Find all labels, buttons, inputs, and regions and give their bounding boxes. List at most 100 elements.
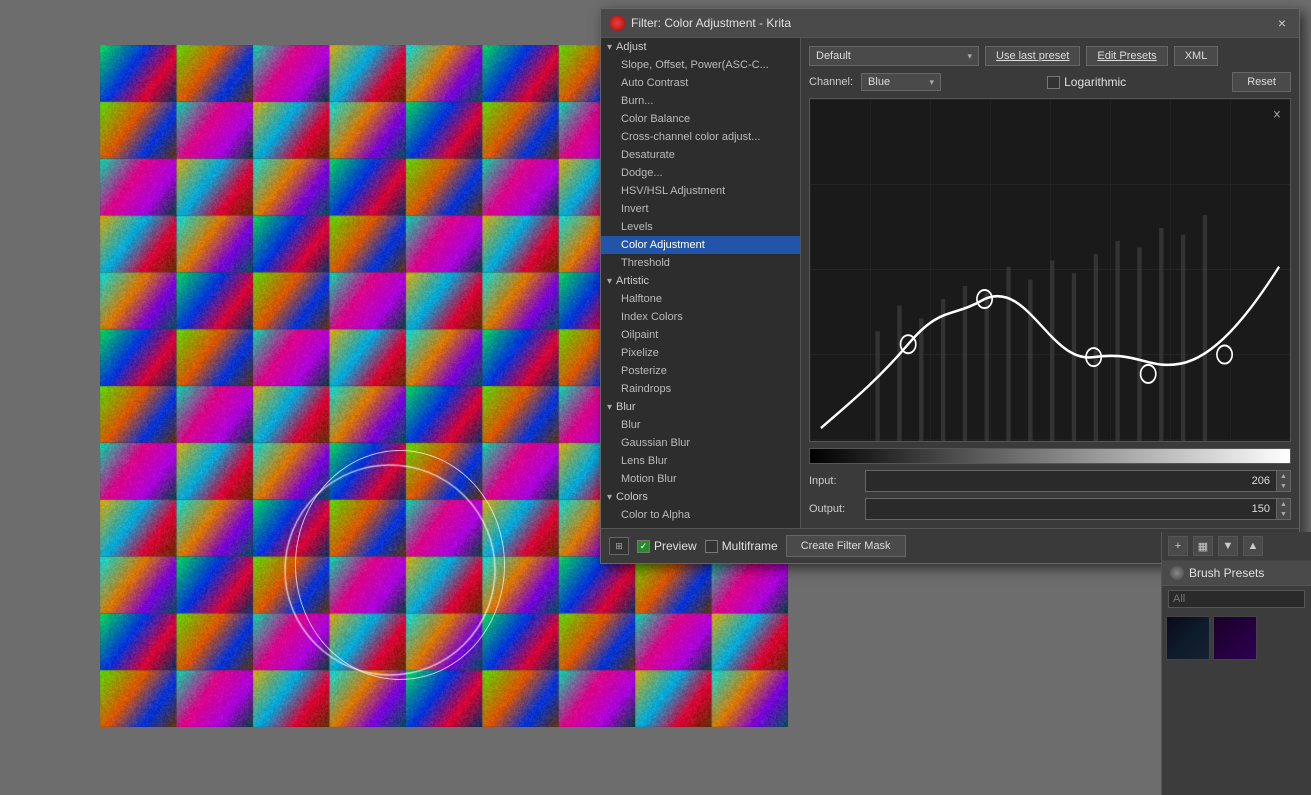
- filter-item-color-to-alpha[interactable]: Color to Alpha: [601, 506, 800, 524]
- input-spin-up[interactable]: ▲: [1276, 471, 1290, 481]
- multiframe-checkbox[interactable]: [705, 540, 718, 553]
- curve-area[interactable]: ×: [809, 98, 1291, 442]
- filter-item-desaturate[interactable]: Desaturate: [601, 146, 800, 164]
- filter-item-levels[interactable]: Levels: [601, 218, 800, 236]
- artistic-arrow-icon: ▾: [607, 276, 612, 287]
- reset-button[interactable]: Reset: [1232, 72, 1291, 92]
- filter-item-lens-blur[interactable]: Lens Blur: [601, 452, 800, 470]
- filter-item-color-balance[interactable]: Color Balance: [601, 110, 800, 128]
- logarithmic-label: Logarithmic: [1064, 75, 1126, 89]
- preview-toggle[interactable]: ✓ Preview: [637, 539, 697, 553]
- brush-presets-toolbar: + ▦ ▼ ▲: [1162, 532, 1311, 561]
- brush-presets-panel: + ▦ ▼ ▲ Brush Presets: [1161, 532, 1311, 795]
- output-value-field[interactable]: 150 ▲ ▼: [865, 498, 1291, 520]
- dialog-title-left: Filter: Color Adjustment - Krita: [609, 15, 791, 31]
- channel-dropdown-value: Blue: [868, 76, 890, 88]
- filter-category-artistic[interactable]: ▾ Artistic: [601, 272, 800, 290]
- output-value: 150: [866, 501, 1276, 517]
- brush-presets-header: Brush Presets: [1162, 561, 1311, 586]
- filter-right-pane: Default ▾ Use last preset Edit Presets X…: [801, 38, 1299, 528]
- preset-dropdown-arrow-icon: ▾: [967, 51, 972, 62]
- filter-category-artistic-label: Artistic: [616, 275, 649, 287]
- filter-item-halftone[interactable]: Halftone: [601, 290, 800, 308]
- filter-top-row: Default ▾ Use last preset Edit Presets X…: [809, 46, 1291, 66]
- preset-dropdown-value: Default: [816, 50, 851, 62]
- filter-category-blur[interactable]: ▾ Blur: [601, 398, 800, 416]
- dialog-titlebar: Filter: Color Adjustment - Krita ×: [601, 9, 1299, 38]
- output-spin-down[interactable]: ▼: [1276, 509, 1290, 519]
- collapse-button[interactable]: ▼: [1218, 536, 1238, 556]
- filter-item-blur[interactable]: Blur: [601, 416, 800, 434]
- filter-item-cross-channel[interactable]: Cross-channel color adjust...: [601, 128, 800, 146]
- brush-preset-thumb-1[interactable]: [1166, 616, 1210, 660]
- channel-dropdown-arrow-icon: ▾: [930, 77, 935, 88]
- filter-list-content: ▾ Adjust Slope, Offset, Power(ASC-C... A…: [601, 38, 800, 528]
- svg-text:×: ×: [1273, 107, 1281, 124]
- output-row: Output: 150 ▲ ▼: [809, 498, 1291, 520]
- logarithmic-cb-box[interactable]: [1047, 76, 1060, 89]
- edit-presets-button[interactable]: Edit Presets: [1086, 46, 1167, 66]
- filter-item-auto-contrast[interactable]: Auto Contrast: [601, 74, 800, 92]
- colors-arrow-icon: ▾: [607, 492, 612, 503]
- channel-dropdown[interactable]: Blue ▾: [861, 73, 941, 91]
- brush-presets-icon: [1170, 566, 1184, 580]
- filter-category-colors-label: Colors: [616, 491, 648, 503]
- preview-checkmark-icon: ✓: [640, 541, 648, 552]
- brush-presets-search-input[interactable]: [1168, 590, 1305, 608]
- adjust-arrow-icon: ▾: [607, 42, 612, 53]
- preset-dropdown[interactable]: Default ▾: [809, 46, 979, 66]
- filter-category-adjust-label: Adjust: [616, 41, 647, 53]
- input-label: Input:: [809, 475, 859, 487]
- brush-presets-search-area: [1162, 586, 1311, 612]
- channel-label: Channel:: [809, 76, 853, 88]
- filter-category-blur-label: Blur: [616, 401, 636, 413]
- add-brush-preset-button[interactable]: +: [1168, 536, 1188, 556]
- filter-item-oilpaint[interactable]: Oilpaint: [601, 326, 800, 344]
- filter-list-pane: ▾ Adjust Slope, Offset, Power(ASC-C... A…: [601, 38, 801, 528]
- blur-arrow-icon: ▾: [607, 402, 612, 413]
- output-label: Output:: [809, 503, 859, 515]
- xml-button[interactable]: XML: [1174, 46, 1219, 66]
- dialog-title-text: Filter: Color Adjustment - Krita: [631, 16, 791, 30]
- multiframe-toggle[interactable]: Multiframe: [705, 539, 778, 553]
- dialog-close-button[interactable]: ×: [1273, 14, 1291, 32]
- filter-item-burn[interactable]: Burn...: [601, 92, 800, 110]
- preview-checkbox[interactable]: ✓: [637, 540, 650, 553]
- input-value-field[interactable]: 206 ▲ ▼: [865, 470, 1291, 492]
- input-row: Input: 206 ▲ ▼: [809, 470, 1291, 492]
- expand-button[interactable]: ▲: [1243, 536, 1263, 556]
- filter-item-index-colors[interactable]: Index Colors: [601, 308, 800, 326]
- create-filter-mask-button[interactable]: Create Filter Mask: [786, 535, 906, 557]
- filter-item-pixelize[interactable]: Pixelize: [601, 344, 800, 362]
- filter-item-dodge[interactable]: Dodge...: [601, 164, 800, 182]
- filter-item-gaussian-blur[interactable]: Gaussian Blur: [601, 434, 800, 452]
- filter-item-color-adjustment[interactable]: Color Adjustment: [601, 236, 800, 254]
- krita-icon: [609, 15, 625, 31]
- multiframe-label: Multiframe: [722, 539, 778, 553]
- filter-item-posterize[interactable]: Posterize: [601, 362, 800, 380]
- filter-category-colors[interactable]: ▾ Colors: [601, 488, 800, 506]
- logarithmic-checkbox[interactable]: Logarithmic: [1047, 75, 1126, 89]
- filter-item-color-transfer[interactable]: Color Transfer: [601, 524, 800, 528]
- filter-item-raindrops[interactable]: Raindrops: [601, 380, 800, 398]
- grid-view-button[interactable]: ▦: [1193, 536, 1213, 556]
- filter-item-threshold[interactable]: Threshold: [601, 254, 800, 272]
- filter-item-slope[interactable]: Slope, Offset, Power(ASC-C...: [601, 56, 800, 74]
- channel-row: Channel: Blue ▾ Logarithmic Reset: [809, 72, 1291, 92]
- input-value: 206: [866, 473, 1276, 489]
- output-spin-up[interactable]: ▲: [1276, 499, 1290, 509]
- gradient-bar: [809, 448, 1291, 464]
- brush-presets-content: [1162, 612, 1311, 664]
- input-spinner[interactable]: ▲ ▼: [1276, 471, 1290, 491]
- output-spinner[interactable]: ▲ ▼: [1276, 499, 1290, 519]
- use-last-preset-button[interactable]: Use last preset: [985, 46, 1080, 66]
- brush-preset-thumb-2[interactable]: [1213, 616, 1257, 660]
- filter-item-hsv-hsl[interactable]: HSV/HSL Adjustment: [601, 182, 800, 200]
- input-spin-down[interactable]: ▼: [1276, 481, 1290, 491]
- curve-svg: ×: [810, 99, 1290, 441]
- filter-item-motion-blur[interactable]: Motion Blur: [601, 470, 800, 488]
- filter-category-adjust[interactable]: ▾ Adjust: [601, 38, 800, 56]
- filter-dialog: Filter: Color Adjustment - Krita × ▾ Adj…: [600, 8, 1300, 564]
- filter-item-invert[interactable]: Invert: [601, 200, 800, 218]
- preview-label: Preview: [654, 539, 697, 553]
